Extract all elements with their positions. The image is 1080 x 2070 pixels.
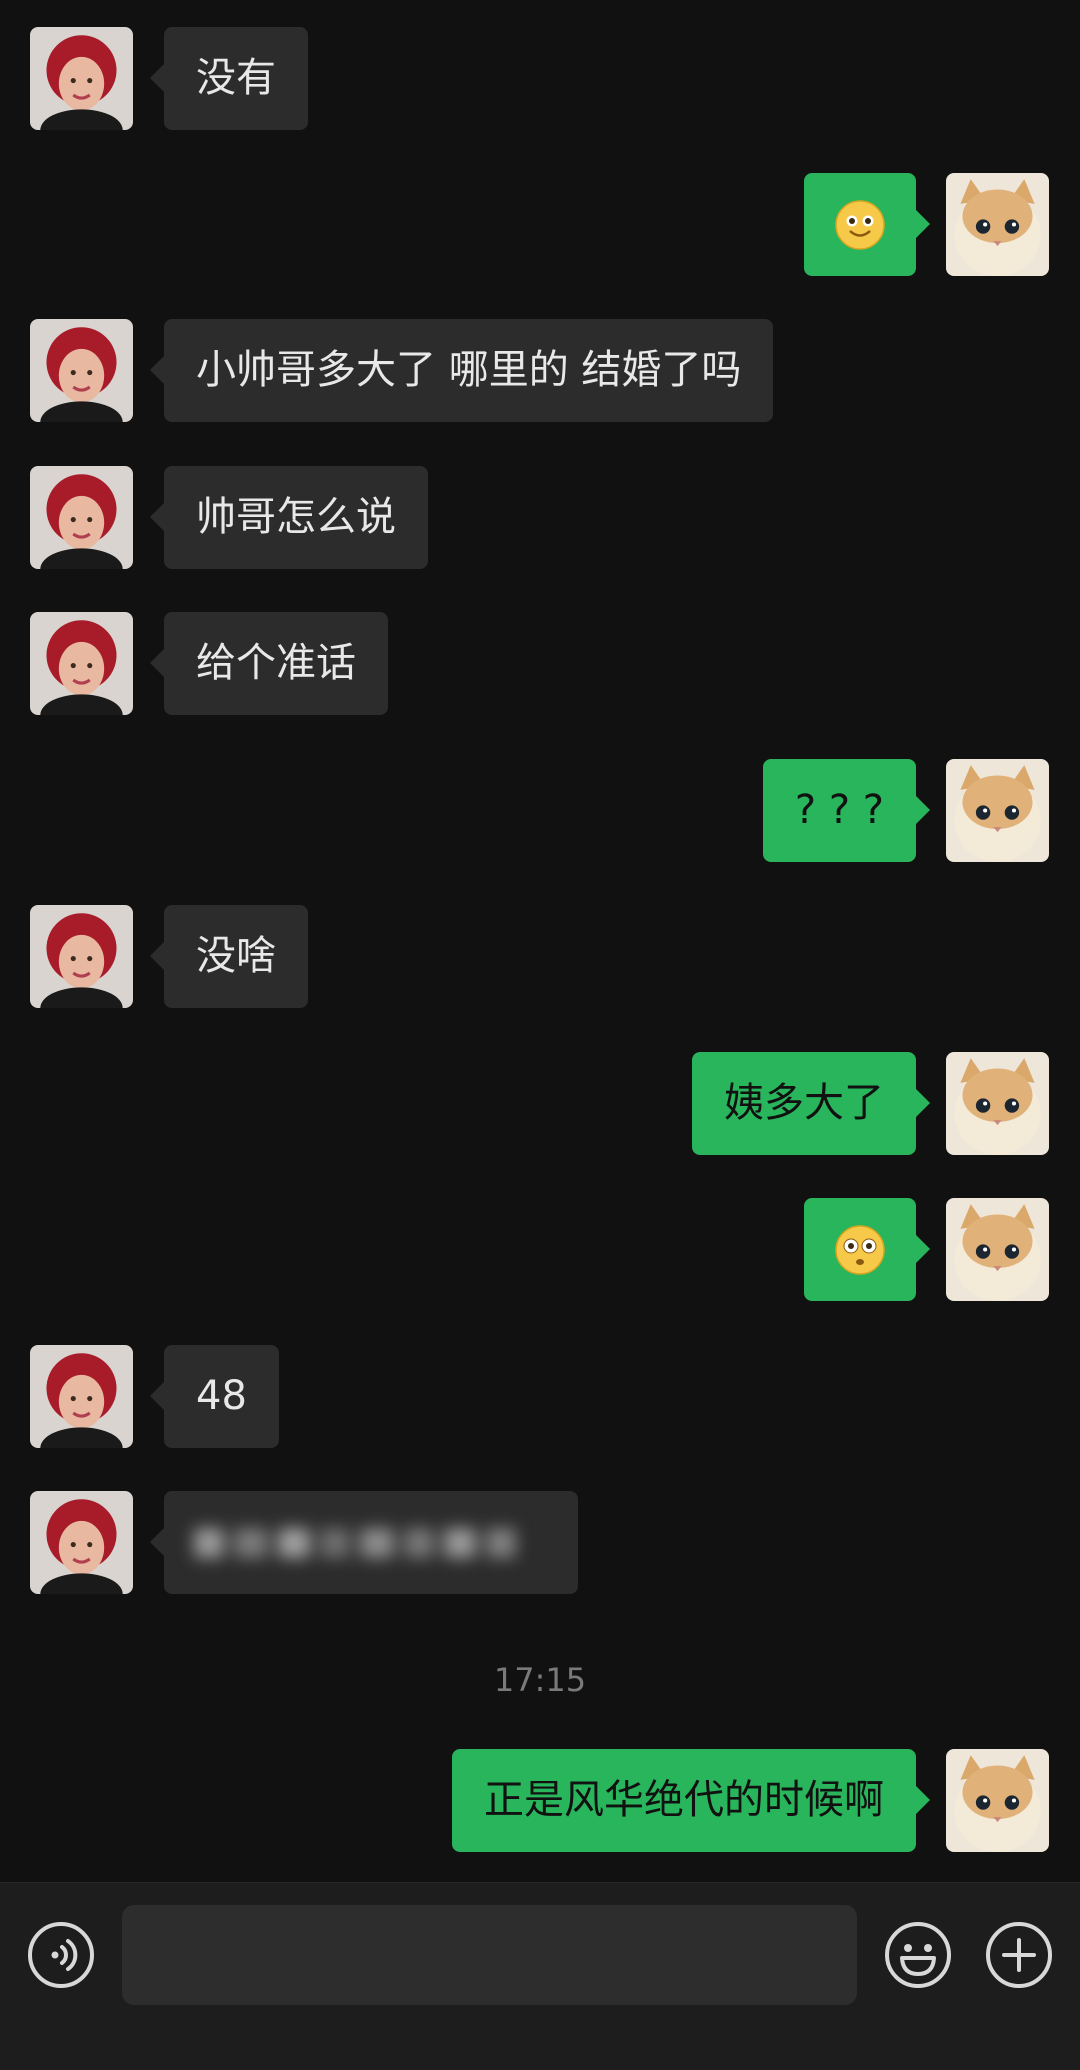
plus-icon[interactable] (984, 1920, 1054, 1990)
message-text: 小帅哥多大了 哪里的 结婚了吗 (196, 347, 742, 393)
message-bubble-incoming[interactable]: 没有 (150, 27, 308, 130)
redacted-text-blur (194, 1525, 534, 1561)
my-avatar[interactable] (946, 1052, 1049, 1155)
contact-avatar[interactable] (30, 319, 133, 422)
smile-emoji-icon (804, 173, 916, 276)
my-avatar[interactable] (946, 173, 1049, 276)
message-text: 正是风华绝代的时候啊 (484, 1777, 884, 1823)
message-text: 没有 (196, 55, 276, 101)
contact-avatar[interactable] (30, 466, 133, 569)
flushed-emoji-icon (804, 1198, 916, 1301)
contact-avatar[interactable] (30, 905, 133, 1008)
voice-icon[interactable] (26, 1920, 96, 1990)
message-bubble-incoming[interactable]: 小帅哥多大了 哪里的 结婚了吗 (149, 319, 774, 422)
contact-avatar[interactable] (30, 1491, 133, 1594)
message-text: ? ? ? (794, 787, 884, 833)
message-bubble-outgoing[interactable]: 正是风华绝代的时候啊 (452, 1749, 930, 1852)
message-bubble-outgoing[interactable]: 姨多大了 (692, 1052, 930, 1155)
message-bubble-incoming[interactable]: 48 (150, 1345, 279, 1448)
message-text: 给个准话 (196, 640, 356, 686)
message-text: 姨多大了 (724, 1080, 884, 1126)
message-bubble-outgoing[interactable]: ? ? ? (762, 759, 931, 862)
message-timestamp: 17:15 (493, 1661, 587, 1699)
message-bubble-incoming[interactable]: 没啥 (150, 905, 308, 1008)
message-bubble-outgoing[interactable] (804, 173, 930, 276)
emoji-icon[interactable] (883, 1920, 953, 1990)
message-text: 没啥 (196, 933, 276, 979)
message-bubble-incoming[interactable]: 给个准话 (150, 612, 388, 715)
message-text: 帅哥怎么说 (196, 494, 396, 540)
contact-avatar[interactable] (30, 612, 133, 715)
message-bubble-incoming-redacted[interactable] (150, 1491, 578, 1594)
message-bubble-outgoing[interactable] (804, 1198, 930, 1301)
chat-input-bar (0, 1882, 1080, 2070)
my-avatar[interactable] (946, 1749, 1049, 1852)
my-avatar[interactable] (946, 1198, 1049, 1301)
contact-avatar[interactable] (30, 27, 133, 130)
message-bubble-incoming[interactable]: 帅哥怎么说 (150, 466, 428, 569)
message-input[interactable] (122, 1905, 857, 2005)
message-text: 48 (196, 1373, 247, 1419)
my-avatar[interactable] (946, 759, 1049, 862)
contact-avatar[interactable] (30, 1345, 133, 1448)
